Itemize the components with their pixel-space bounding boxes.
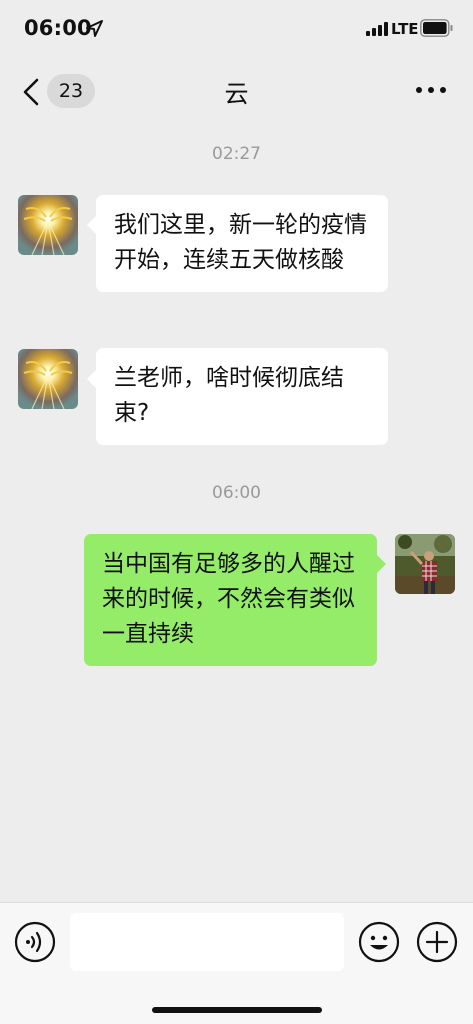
incoming-message-bubble[interactable]: 兰老师，啥时候彻底结束? bbox=[96, 348, 388, 445]
bubble-tail bbox=[87, 216, 96, 234]
emoji-icon[interactable] bbox=[358, 921, 400, 963]
message-timestamp: 06:00 bbox=[212, 483, 261, 503]
location-arrow-icon bbox=[86, 20, 103, 37]
status-time: 06:00 bbox=[24, 16, 92, 40]
network-type-label: LTE bbox=[391, 20, 419, 38]
plus-icon[interactable] bbox=[416, 921, 458, 963]
chat-title: 云 bbox=[224, 80, 249, 108]
user-photo-avatar[interactable] bbox=[395, 534, 455, 594]
incoming-message-bubble[interactable]: 我们这里，新一轮的疫情开始，连续五天做核酸 bbox=[96, 195, 388, 292]
message-timestamp: 02:27 bbox=[212, 144, 261, 164]
bubble-tail bbox=[87, 370, 96, 388]
input-bar bbox=[0, 902, 473, 1024]
status-bar: 06:00 LTE bbox=[0, 0, 473, 58]
chat-header: 23 云 bbox=[0, 58, 473, 126]
signal-bars-icon bbox=[366, 22, 388, 36]
golden-light-avatar[interactable] bbox=[18, 195, 78, 255]
message-input[interactable] bbox=[70, 913, 344, 971]
voice-icon[interactable] bbox=[14, 921, 56, 963]
outgoing-message-bubble[interactable]: 当中国有足够多的人醒过来的时候，不然会有类似一直持续 bbox=[84, 534, 377, 666]
home-indicator bbox=[152, 1007, 322, 1013]
ellipsis-icon[interactable] bbox=[414, 82, 448, 98]
golden-light-avatar[interactable] bbox=[18, 349, 78, 409]
battery-icon bbox=[420, 19, 453, 37]
bubble-tail bbox=[377, 555, 386, 573]
